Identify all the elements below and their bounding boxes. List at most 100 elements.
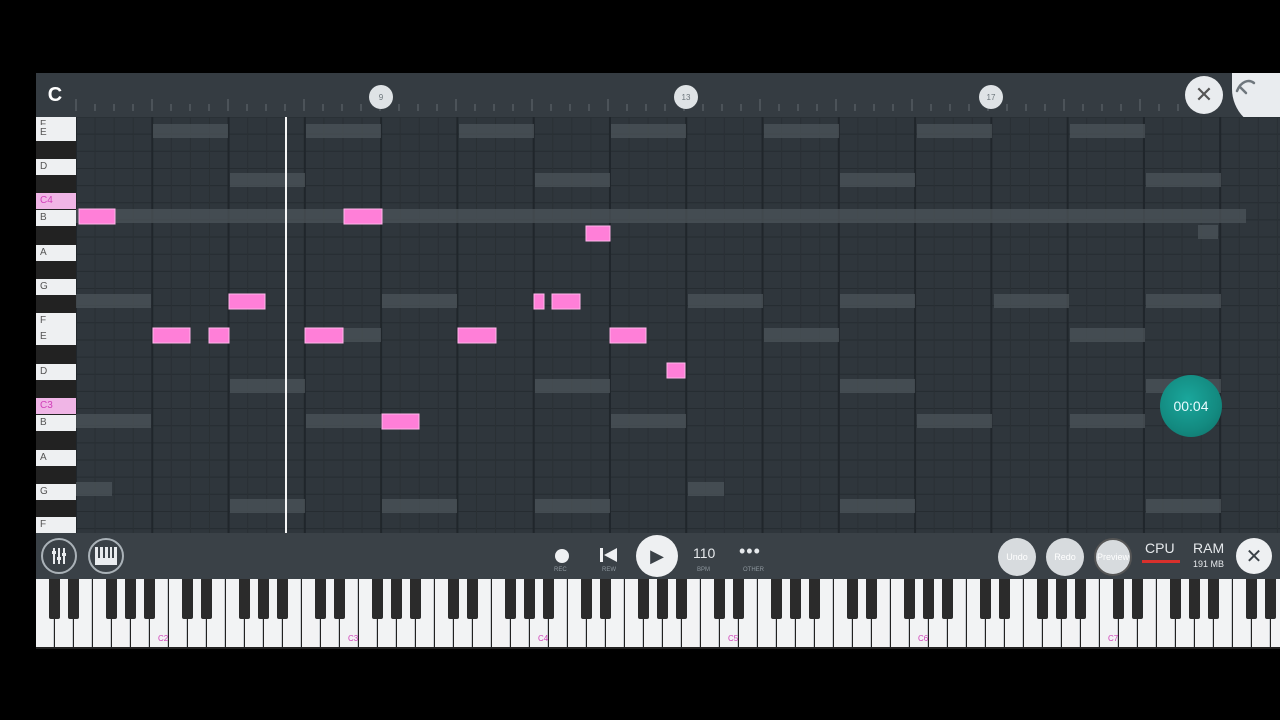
midi-note[interactable] <box>78 208 116 225</box>
side-key-label[interactable]: E <box>36 125 76 141</box>
piano-black-key[interactable] <box>847 579 858 619</box>
piano-black-key[interactable] <box>1170 579 1181 619</box>
mixer-icon[interactable] <box>41 538 77 574</box>
piano-black-key[interactable] <box>258 579 269 619</box>
piano-black-key[interactable] <box>1189 579 1200 619</box>
close-button[interactable]: ✕ <box>1236 538 1272 574</box>
piano-black-key[interactable] <box>771 579 782 619</box>
piano-black-key[interactable] <box>182 579 193 619</box>
side-key-label[interactable]: C4 <box>36 193 76 209</box>
play-button[interactable]: ▶ <box>636 535 678 577</box>
piano-black-key[interactable] <box>372 579 383 619</box>
side-key-label[interactable]: A <box>36 450 76 466</box>
side-key-label[interactable]: B <box>36 415 76 431</box>
piano-black-key[interactable] <box>277 579 288 619</box>
piano-black-key[interactable] <box>1056 579 1067 619</box>
timeline-ruler[interactable]: C 9 13 17 ✕ <box>36 73 1280 129</box>
cpu-meter <box>1142 560 1180 563</box>
midi-note[interactable] <box>304 327 344 344</box>
side-key-label[interactable]: D <box>36 364 76 380</box>
midi-note[interactable] <box>152 327 191 344</box>
piano-black-key[interactable] <box>505 579 516 619</box>
piano-black-key[interactable] <box>733 579 744 619</box>
piano-black-key[interactable] <box>315 579 326 619</box>
midi-note[interactable] <box>343 208 383 225</box>
piano-black-key[interactable] <box>904 579 915 619</box>
record-button[interactable] <box>555 549 569 563</box>
midi-note[interactable] <box>208 327 230 344</box>
side-key-label[interactable]: C3 <box>36 398 76 414</box>
side-key-label[interactable]: F <box>36 517 76 533</box>
side-key-label[interactable]: G <box>36 279 76 295</box>
piano-black-key[interactable] <box>1037 579 1048 619</box>
ruler-marker-13[interactable]: 13 <box>674 85 698 109</box>
side-piano-keyboard[interactable]: FEDC4BAGFEDC3BAGF <box>36 117 76 533</box>
piano-black-key[interactable] <box>1246 579 1257 619</box>
piano-black-key[interactable] <box>543 579 554 619</box>
piano-black-key[interactable] <box>923 579 934 619</box>
piano-black-key[interactable] <box>866 579 877 619</box>
ruler-marker-9[interactable]: 9 <box>369 85 393 109</box>
piano-black-key[interactable] <box>467 579 478 619</box>
side-key-label[interactable]: G <box>36 484 76 500</box>
midi-note[interactable] <box>457 327 497 344</box>
midi-note[interactable] <box>551 293 581 310</box>
piano-black-key[interactable] <box>49 579 60 619</box>
ruler-marker-17[interactable]: 17 <box>979 85 1003 109</box>
piano-black-key[interactable] <box>638 579 649 619</box>
side-key-label[interactable]: F <box>36 313 76 329</box>
rewind-icon[interactable] <box>599 546 619 569</box>
midi-note[interactable] <box>228 293 266 310</box>
undo-button[interactable]: Undo <box>998 538 1036 576</box>
piano-icon[interactable] <box>88 538 124 574</box>
more-options-icon[interactable]: ••• <box>739 541 761 562</box>
piano-black-key[interactable] <box>144 579 155 619</box>
piano-black-key[interactable] <box>1132 579 1143 619</box>
piano-black-key[interactable] <box>524 579 535 619</box>
midi-note[interactable] <box>381 413 420 430</box>
midi-note[interactable] <box>609 327 647 344</box>
piano-black-key[interactable] <box>1208 579 1219 619</box>
app-logo-button[interactable]: C <box>40 81 70 109</box>
close-icon[interactable]: ✕ <box>1185 76 1223 114</box>
side-key-label[interactable]: A <box>36 245 76 261</box>
piano-black-key[interactable] <box>106 579 117 619</box>
tempo-value[interactable]: 110 <box>693 545 715 561</box>
piano-black-key[interactable] <box>790 579 801 619</box>
piano-black-key[interactable] <box>600 579 611 619</box>
piano-black-key[interactable] <box>980 579 991 619</box>
piano-black-key[interactable] <box>581 579 592 619</box>
piano-black-key[interactable] <box>714 579 725 619</box>
piano-black-key[interactable] <box>448 579 459 619</box>
piano-black-key[interactable] <box>942 579 953 619</box>
ghost-note <box>688 294 763 308</box>
piano-black-key[interactable] <box>391 579 402 619</box>
piano-black-key[interactable] <box>410 579 421 619</box>
midi-note[interactable] <box>666 362 686 379</box>
midi-note[interactable] <box>585 225 611 242</box>
piano-black-key[interactable] <box>68 579 79 619</box>
piano-black-key[interactable] <box>1265 579 1276 619</box>
preview-button[interactable]: Preview <box>1094 538 1132 576</box>
side-key-label[interactable]: E <box>36 329 76 345</box>
side-key-label[interactable]: B <box>36 210 76 226</box>
piano-black-key[interactable] <box>201 579 212 619</box>
piano-black-key[interactable] <box>125 579 136 619</box>
midi-note[interactable] <box>533 293 545 310</box>
piano-black-key[interactable] <box>999 579 1010 619</box>
ghost-note <box>153 124 228 138</box>
redo-button[interactable]: Redo <box>1046 538 1084 576</box>
piano-black-key[interactable] <box>334 579 345 619</box>
piano-black-key[interactable] <box>657 579 668 619</box>
piano-black-key[interactable] <box>809 579 820 619</box>
side-key-label[interactable]: D <box>36 159 76 175</box>
piano-black-key[interactable] <box>1113 579 1124 619</box>
note-grid-canvas[interactable] <box>76 117 1280 533</box>
note-grid[interactable]: 00:04 ‹ <box>76 117 1280 533</box>
transport-toolbar: REC REW ▶ 110 BPM ••• OTHER Undo Redo Pr… <box>36 533 1280 579</box>
piano-black-key[interactable] <box>239 579 250 619</box>
ghost-note <box>382 294 457 308</box>
piano-black-key[interactable] <box>1075 579 1086 619</box>
bottom-piano-keyboard[interactable]: C2 C3 C4 C5 C6 C7 <box>36 579 1280 649</box>
piano-black-key[interactable] <box>676 579 687 619</box>
